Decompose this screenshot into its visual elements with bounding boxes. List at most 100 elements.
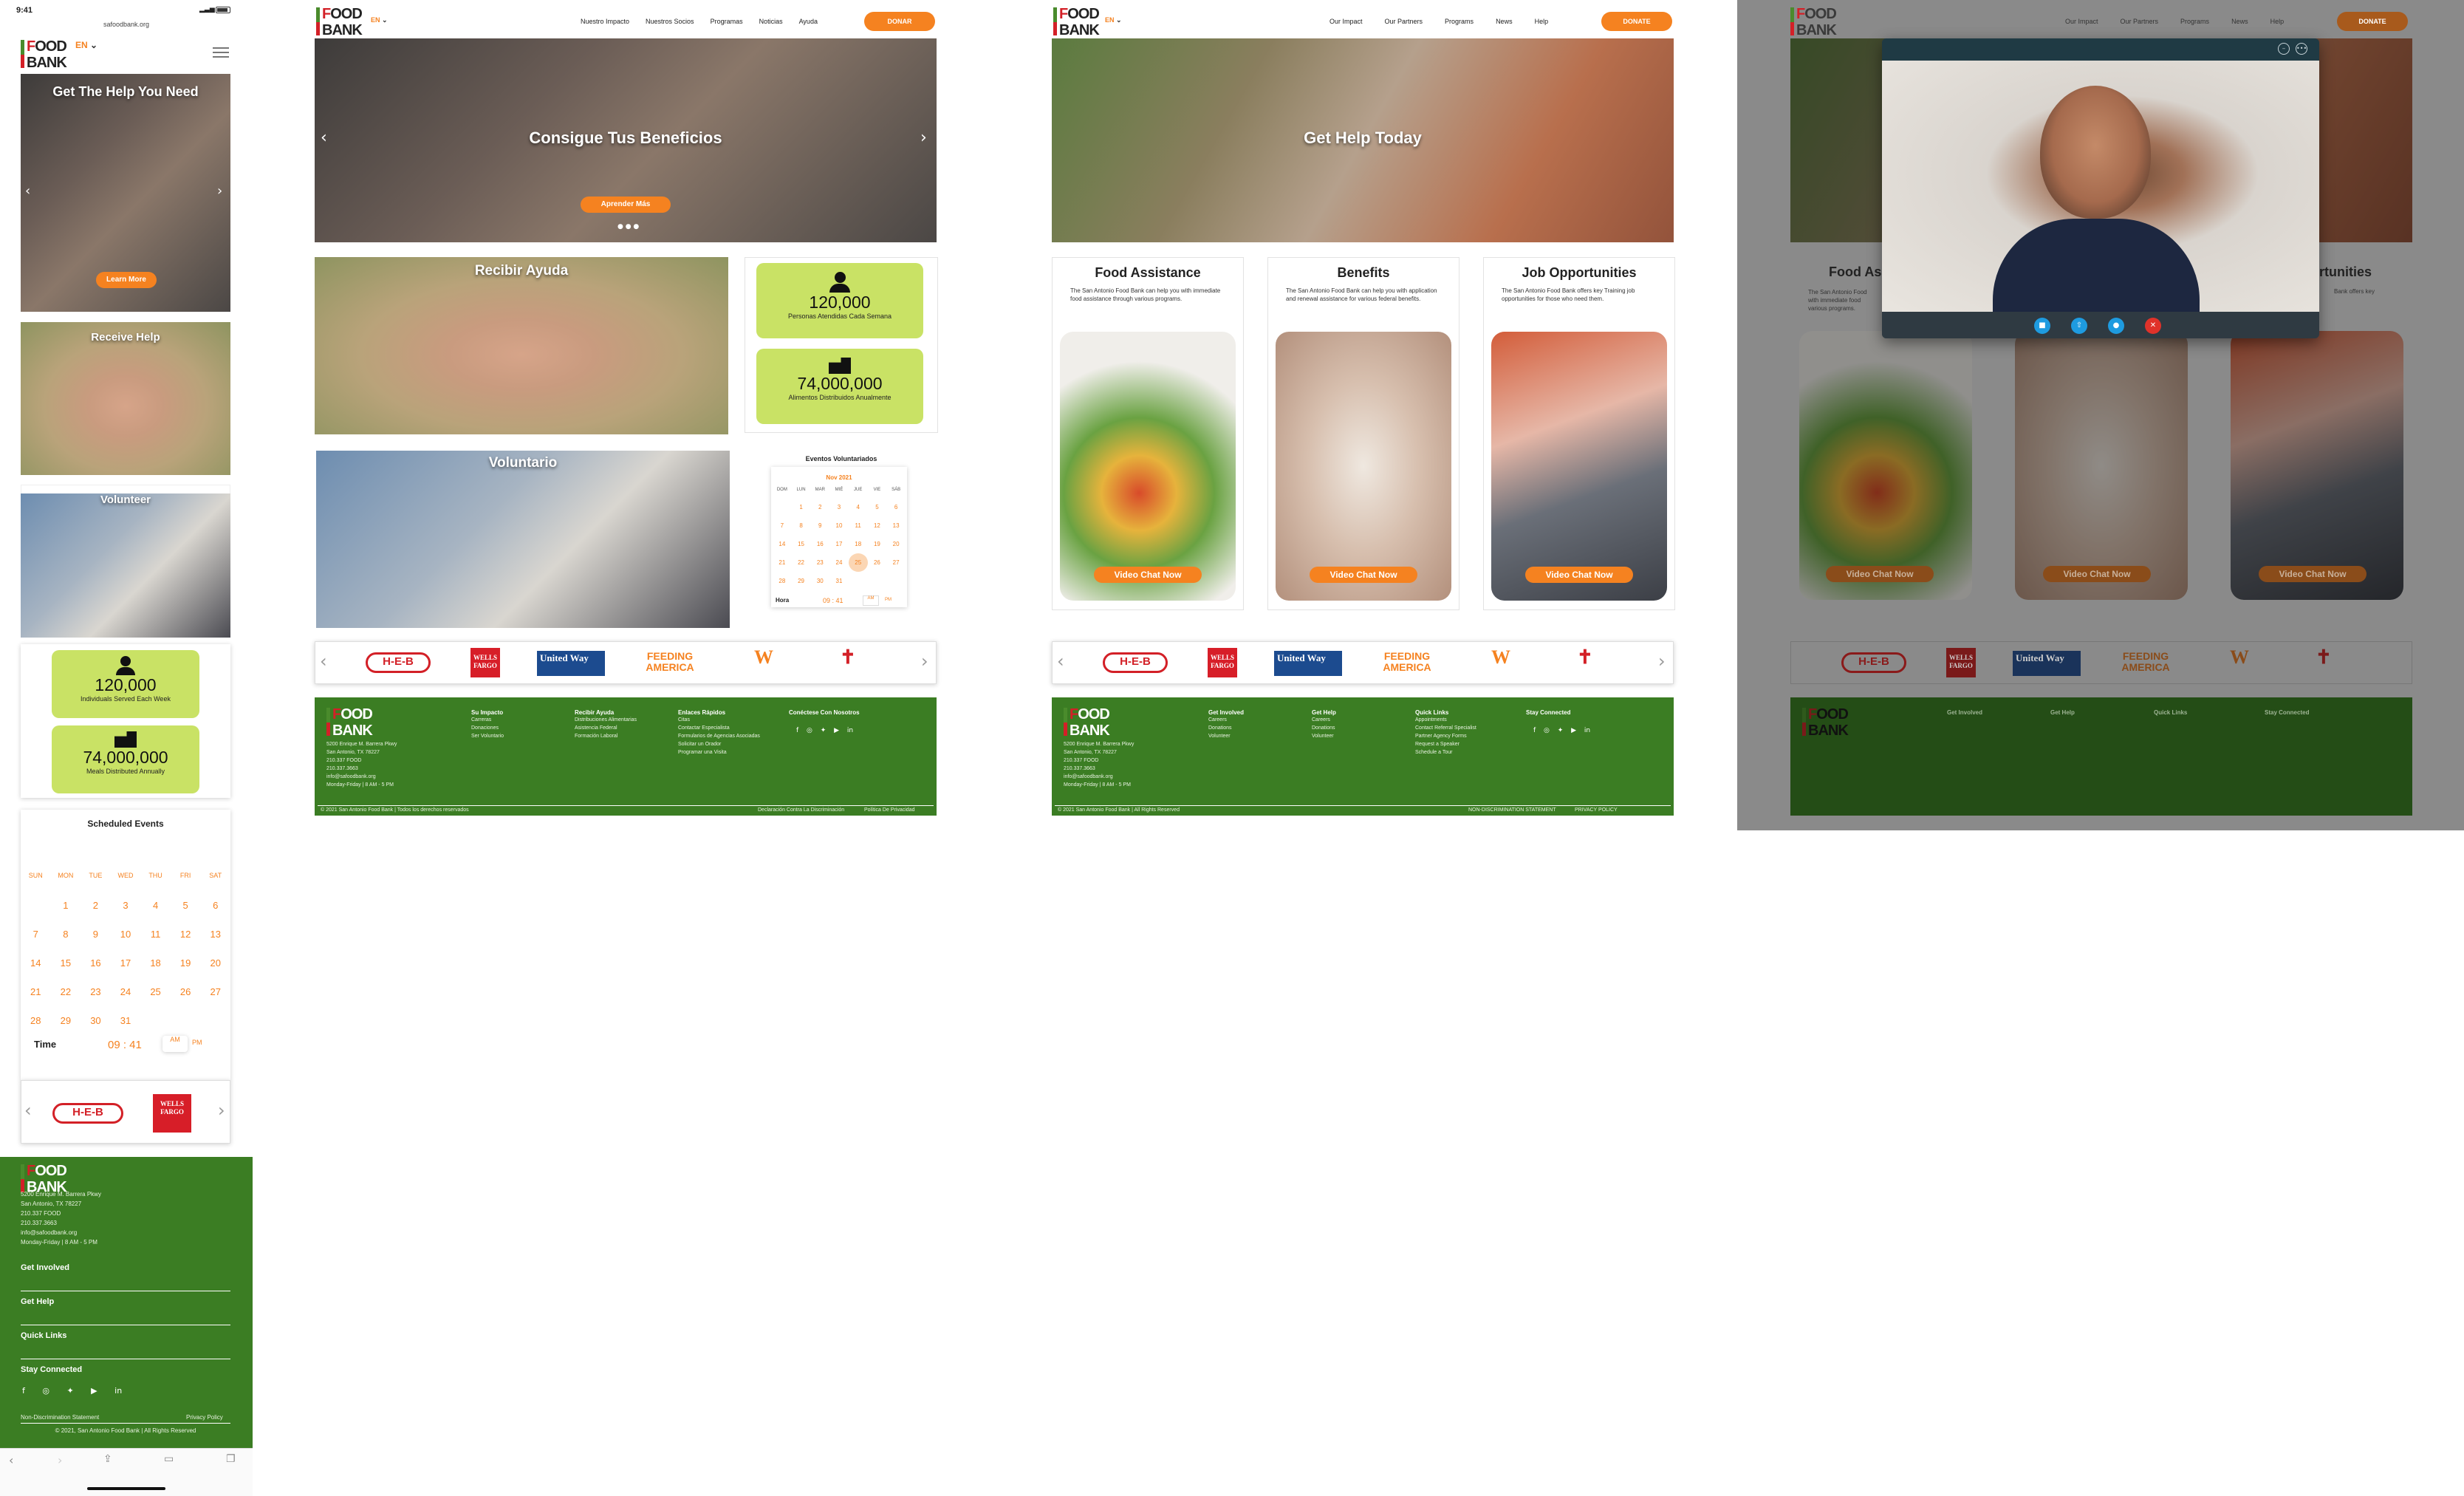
calendar-day[interactable]: 27 bbox=[200, 977, 230, 1006]
calendar-day[interactable]: 18 bbox=[140, 949, 171, 977]
united-way-logo[interactable]: United Way bbox=[537, 651, 605, 676]
nav-link[interactable]: Our Impact bbox=[1329, 18, 1363, 25]
time-value[interactable]: 09 : 41 bbox=[108, 1039, 142, 1051]
nav-link[interactable]: Nuestro Impacto bbox=[581, 18, 629, 25]
footer-link[interactable]: Asistencia Federal bbox=[575, 724, 678, 732]
carousel-prev-icon[interactable]: ‹ bbox=[25, 183, 30, 199]
calendar-day[interactable]: 14 bbox=[773, 535, 792, 553]
calendar-day[interactable]: 3 bbox=[829, 498, 849, 516]
footer-link[interactable]: Schedule a Tour bbox=[1415, 748, 1526, 756]
footer-link[interactable]: Donations bbox=[1312, 724, 1415, 732]
calendar-day[interactable]: 8 bbox=[792, 516, 811, 535]
footer-link[interactable]: Donations bbox=[1208, 724, 1312, 732]
calendar-day[interactable]: 11 bbox=[849, 516, 868, 535]
calendar-day[interactable]: 21 bbox=[773, 553, 792, 572]
time-value[interactable]: 09 : 41 bbox=[823, 597, 843, 604]
calendar-day[interactable]: 17 bbox=[829, 535, 849, 553]
am-toggle[interactable]: AM bbox=[162, 1036, 188, 1052]
pm-toggle[interactable]: PM bbox=[885, 598, 892, 602]
footer-link[interactable]: Formación Laboral bbox=[575, 732, 678, 740]
heb-logo[interactable]: H-E-B bbox=[52, 1103, 123, 1124]
calendar-day[interactable]: 29 bbox=[51, 1006, 81, 1035]
footer-link[interactable]: Careers bbox=[1208, 716, 1312, 724]
language-select[interactable]: EN ⌄ bbox=[371, 16, 388, 24]
calendar-day[interactable]: 20 bbox=[886, 535, 906, 553]
calendar-day[interactable]: 25 bbox=[140, 977, 171, 1006]
methodist-logo[interactable]: ✝ bbox=[1577, 646, 1593, 669]
wells-fargo-logo[interactable]: WELLS FARGO bbox=[1208, 648, 1237, 677]
nav-link[interactable]: Programs bbox=[1445, 18, 1474, 25]
footer-link[interactable]: Programar una Visita bbox=[678, 748, 789, 756]
video-chat-now-button[interactable]: Video Chat Now bbox=[1525, 567, 1633, 583]
non-discrimination-link[interactable]: Non-Discrimination Statement bbox=[21, 1413, 99, 1422]
end-call-icon[interactable]: ✕ bbox=[2145, 318, 2161, 334]
calendar-day[interactable]: 28 bbox=[21, 1006, 51, 1035]
calendar-day[interactable]: 4 bbox=[849, 498, 868, 516]
carousel-next-icon[interactable]: › bbox=[920, 129, 927, 147]
calendar-day[interactable]: 24 bbox=[829, 553, 849, 572]
heb-logo[interactable]: H-E-B bbox=[1103, 652, 1168, 673]
privacy-link[interactable]: PRIVACY POLICY bbox=[1575, 805, 1618, 815]
nav-link[interactable]: News bbox=[1496, 18, 1513, 25]
share-icon[interactable]: ⇪ bbox=[103, 1453, 112, 1465]
footer-link[interactable]: Partner Agency Forms bbox=[1415, 732, 1526, 740]
whataburger-logo[interactable]: W bbox=[754, 646, 773, 669]
logo[interactable]: FOOD BANK bbox=[1053, 6, 1111, 38]
carousel-dots[interactable]: ● ● ● bbox=[617, 223, 639, 230]
calendar-day[interactable]: 27 bbox=[886, 553, 906, 572]
donate-button[interactable]: DONATE bbox=[1601, 12, 1672, 31]
calendar-day[interactable]: 1 bbox=[792, 498, 811, 516]
back-icon[interactable]: ‹ bbox=[9, 1453, 13, 1467]
footer-link[interactable]: Volunteer bbox=[1208, 732, 1312, 740]
feeding-america-logo[interactable]: FEEDING AMERICA bbox=[642, 651, 698, 673]
footer-link[interactable]: Request a Speaker bbox=[1415, 740, 1526, 748]
footer-link[interactable]: Distribuciones Alimentarias bbox=[575, 716, 678, 724]
carousel-next-icon[interactable]: › bbox=[217, 183, 222, 199]
donate-button[interactable]: DONAR bbox=[864, 12, 935, 31]
calendar-day[interactable]: 20 bbox=[200, 949, 230, 977]
calendar-day[interactable]: 3 bbox=[111, 891, 141, 920]
calendar-day[interactable]: 14 bbox=[21, 949, 51, 977]
calendar-day[interactable]: 30 bbox=[81, 1006, 111, 1035]
footer-section-toggle[interactable]: Get Involved bbox=[21, 1257, 230, 1291]
carousel-prev-icon[interactable]: ‹ bbox=[321, 129, 327, 147]
footer-section-toggle[interactable]: Quick Links bbox=[21, 1325, 230, 1359]
footer-link[interactable]: Solicitar un Orador bbox=[678, 740, 789, 748]
calendar-day[interactable]: 11 bbox=[140, 920, 171, 949]
nav-link[interactable]: Our Partners bbox=[1385, 18, 1423, 25]
calendar-day[interactable]: 12 bbox=[868, 516, 887, 535]
calendar-day[interactable]: 22 bbox=[792, 553, 811, 572]
calendar-day[interactable]: 13 bbox=[886, 516, 906, 535]
chevron-left-icon[interactable]: ‹ bbox=[320, 651, 327, 672]
video-call-titlebar[interactable] bbox=[1882, 38, 2319, 61]
feeding-america-logo[interactable]: FEEDING AMERICA bbox=[1379, 651, 1435, 673]
calendar-day[interactable]: 10 bbox=[111, 920, 141, 949]
tabs-icon[interactable]: ❐ bbox=[226, 1453, 236, 1465]
calendar-day[interactable]: 9 bbox=[810, 516, 829, 535]
minimize-icon[interactable]: – bbox=[2278, 43, 2290, 55]
video-chat-now-button[interactable]: Video Chat Now bbox=[1310, 567, 1417, 583]
calendar-day[interactable]: 19 bbox=[868, 535, 887, 553]
calendar-day[interactable]: 2 bbox=[810, 498, 829, 516]
logo[interactable]: FOOD BANK bbox=[316, 6, 374, 38]
footer-link[interactable]: Carreras bbox=[471, 716, 575, 724]
calendar-day[interactable]: 25 bbox=[848, 553, 868, 572]
wells-fargo-logo[interactable]: WELLS FARGO bbox=[470, 648, 500, 677]
receive-help-card[interactable]: Recibir Ayuda bbox=[315, 257, 728, 434]
nav-link[interactable]: Ayuda bbox=[799, 18, 818, 25]
volunteer-card[interactable]: Volunteer bbox=[21, 493, 230, 638]
video-call-window[interactable]: – ••• ■ ⇧ ● ✕ bbox=[1882, 38, 2319, 338]
footer-link[interactable]: Formularios de Agencias Asociadas bbox=[678, 732, 789, 740]
calendar-day[interactable]: 15 bbox=[51, 949, 81, 977]
footer-section-toggle[interactable]: Get Help bbox=[21, 1291, 230, 1325]
chevron-right-icon[interactable]: › bbox=[218, 1100, 225, 1121]
language-select[interactable]: EN ⌄ bbox=[75, 40, 97, 50]
calendar-day[interactable]: 6 bbox=[200, 891, 230, 920]
calendar-day[interactable]: 9 bbox=[81, 920, 111, 949]
footer-link[interactable]: Citas bbox=[678, 716, 789, 724]
calendar-day[interactable]: 12 bbox=[171, 920, 201, 949]
footer-link[interactable]: Appointments bbox=[1415, 716, 1526, 724]
footer-link[interactable]: Volunteer bbox=[1312, 732, 1415, 740]
nav-link[interactable]: Noticias bbox=[759, 18, 783, 25]
video-chat-now-button[interactable]: Video Chat Now bbox=[1094, 567, 1202, 583]
